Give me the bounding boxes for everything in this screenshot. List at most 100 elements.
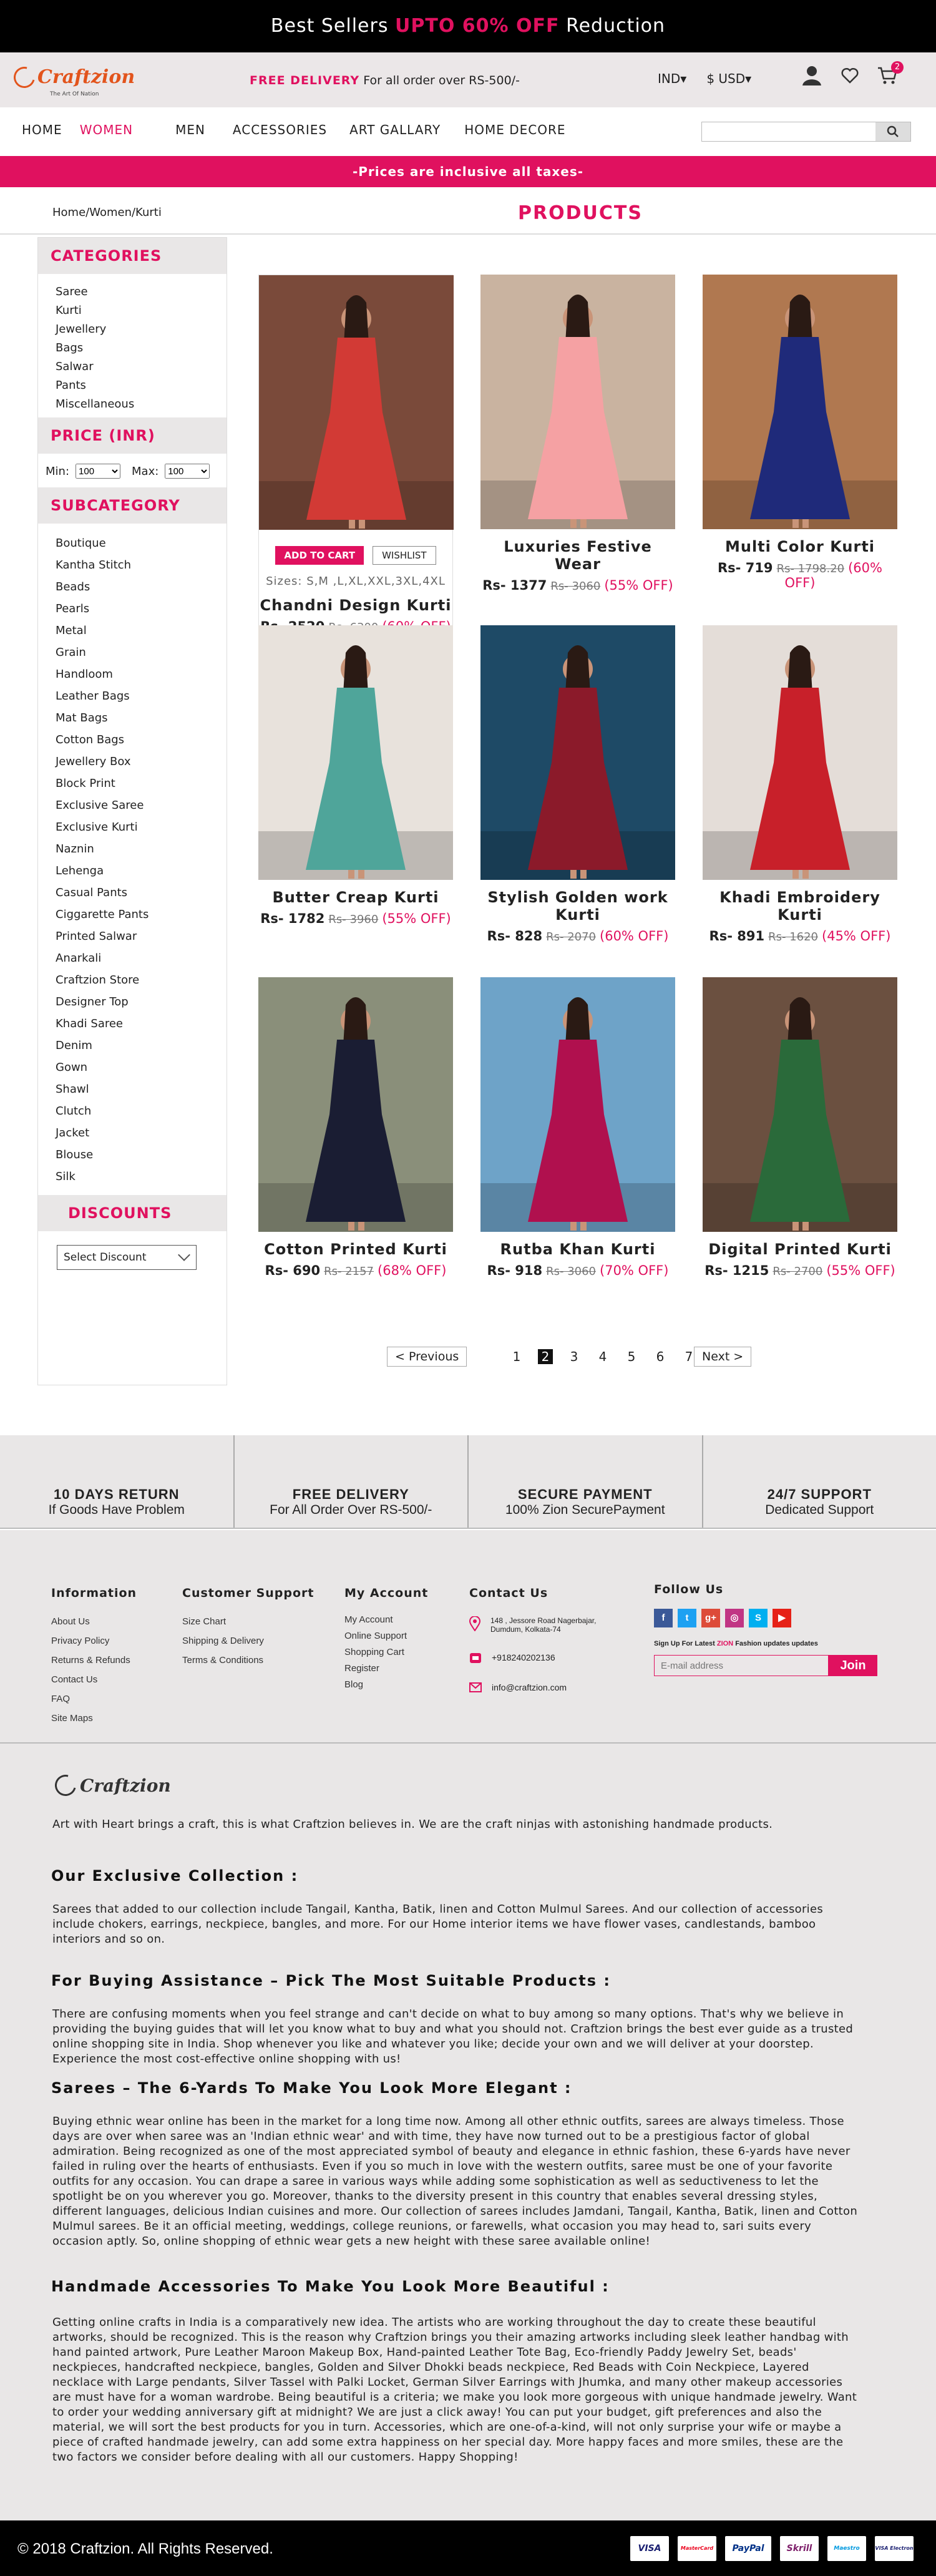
subcategory-item[interactable]: Handloom (56, 663, 227, 685)
subcategory-item[interactable]: Clutch (56, 1100, 227, 1122)
product-card[interactable]: Rutba Khan Kurti Rs- 918 Rs- 3060 (70% OFF) (480, 977, 675, 1278)
wishlist-button[interactable]: WISHLIST (373, 546, 436, 565)
min-price-select[interactable]: 100 (76, 464, 121, 479)
account-link[interactable]: Blog (344, 1680, 428, 1689)
product-image[interactable] (703, 275, 897, 529)
support-link[interactable]: Terms & Conditions (182, 1655, 314, 1666)
page-number[interactable]: 1 (509, 1349, 524, 1364)
product-name[interactable]: Luxuries Festive Wear (480, 538, 675, 573)
subcategory-item[interactable]: Khadi Saree (56, 1013, 227, 1035)
category-item[interactable]: Salwar (56, 358, 227, 376)
product-image[interactable] (480, 625, 675, 880)
product-image[interactable] (480, 977, 675, 1232)
subcategory-item[interactable]: Mat Bags (56, 707, 227, 729)
nav-women[interactable]: WOMEN (80, 122, 133, 137)
search-button[interactable] (875, 122, 910, 141)
support-link[interactable]: Shipping & Delivery (182, 1636, 314, 1646)
max-price-select[interactable]: 100 (165, 464, 210, 479)
instagram-icon[interactable]: ◎ (725, 1609, 744, 1627)
nav-accessories[interactable]: ACCESSORIES (233, 122, 327, 137)
product-image[interactable] (258, 977, 453, 1232)
product-image[interactable] (258, 625, 453, 880)
product-card[interactable]: ADD TO CART WISHLIST Sizes: S,M ,L,XL,XXL,… (258, 275, 454, 645)
user-icon[interactable] (801, 65, 822, 86)
product-card[interactable]: Khadi Embroidery Kurti Rs- 891 Rs- 1620 (45… (703, 625, 897, 944)
heart-icon[interactable] (841, 67, 859, 84)
info-link[interactable]: FAQ (51, 1694, 137, 1704)
subcategory-item[interactable]: Designer Top (56, 991, 227, 1013)
subcategory-item[interactable]: Blouse (56, 1144, 227, 1166)
product-card[interactable]: Stylish Golden work Kurti Rs- 828 Rs- 2070… (480, 625, 675, 944)
category-item[interactable]: Kurti (56, 301, 227, 320)
account-link[interactable]: Online Support (344, 1631, 428, 1641)
info-link[interactable]: Returns & Refunds (51, 1655, 137, 1666)
phone-text[interactable]: +918240202136 (492, 1652, 555, 1662)
subcategory-item[interactable]: Cotton Bags (56, 729, 227, 751)
category-item[interactable]: Miscellaneous (56, 395, 227, 414)
twitter-icon[interactable]: t (678, 1609, 696, 1627)
product-image[interactable] (480, 275, 675, 529)
product-name[interactable]: Chandni Design Kurti (259, 597, 452, 614)
skype-icon[interactable]: S (749, 1609, 768, 1627)
product-card[interactable]: Cotton Printed Kurti Rs- 690 Rs- 2157 (68% … (258, 977, 453, 1278)
subcategory-item[interactable]: Naznin (56, 838, 227, 860)
page-number[interactable]: 2 (538, 1349, 553, 1364)
product-name[interactable]: Khadi Embroidery Kurti (703, 889, 897, 924)
subcategory-item[interactable]: Silk (56, 1166, 227, 1188)
info-link[interactable]: Privacy Policy (51, 1636, 137, 1646)
category-item[interactable]: Jewellery (56, 320, 227, 339)
product-name[interactable]: Stylish Golden work Kurti (480, 889, 675, 924)
subcategory-item[interactable]: Metal (56, 620, 227, 642)
currency-select[interactable]: $ USD▾ (706, 71, 751, 86)
account-link[interactable]: Shopping Cart (344, 1647, 428, 1657)
previous-button[interactable]: < Previous (387, 1347, 467, 1367)
newsletter-email-input[interactable] (654, 1655, 829, 1676)
subcategory-item[interactable]: Beads (56, 576, 227, 598)
account-link[interactable]: My Account (344, 1615, 428, 1624)
product-image[interactable] (259, 275, 454, 530)
product-card[interactable]: Butter Creap Kurti Rs- 1782 Rs- 3960 (55% O… (258, 625, 453, 926)
subcategory-item[interactable]: Jacket (56, 1122, 227, 1144)
country-select[interactable]: IND▾ (658, 71, 686, 86)
product-image[interactable] (703, 977, 897, 1232)
subcategory-item[interactable]: Craftzion Store (56, 969, 227, 991)
info-link[interactable]: About Us (51, 1616, 137, 1627)
page-number[interactable]: 5 (624, 1349, 639, 1364)
cart-icon[interactable]: 2 (877, 61, 904, 85)
subcategory-item[interactable]: Exclusive Saree (56, 794, 227, 816)
subcategory-item[interactable]: Block Print (56, 773, 227, 794)
product-card[interactable]: Digital Printed Kurti Rs- 1215 Rs- 2700 (55… (703, 977, 897, 1278)
category-item[interactable]: Pants (56, 376, 227, 395)
subcategory-item[interactable]: Denim (56, 1035, 227, 1056)
subcategory-item[interactable]: Exclusive Kurti (56, 816, 227, 838)
subcategory-item[interactable]: Boutique (56, 532, 227, 554)
subcategory-item[interactable]: Casual Pants (56, 882, 227, 904)
nav-home[interactable]: HOME (22, 122, 62, 137)
product-card[interactable]: Multi Color Kurti Rs- 719 Rs- 1798.20 (60% … (703, 275, 897, 590)
nav-men[interactable]: MEN (175, 122, 205, 137)
product-image[interactable] (703, 625, 897, 880)
info-link[interactable]: Contact Us (51, 1674, 137, 1685)
page-number[interactable]: 3 (567, 1349, 582, 1364)
subcategory-item[interactable]: Shawl (56, 1078, 227, 1100)
subcategory-item[interactable]: Pearls (56, 598, 227, 620)
info-link[interactable]: Site Maps (51, 1713, 137, 1724)
support-link[interactable]: Size Chart (182, 1616, 314, 1627)
nav-art-gallary[interactable]: ART GALLARY (349, 122, 441, 137)
logo[interactable]: Craftzion The Art Of Nation (9, 62, 135, 97)
subcategory-item[interactable]: Gown (56, 1056, 227, 1078)
google-plus-icon[interactable]: g+ (701, 1609, 720, 1627)
add-to-cart-button[interactable]: ADD TO CART (275, 546, 364, 565)
product-name[interactable]: Rutba Khan Kurti (480, 1241, 675, 1258)
product-name[interactable]: Digital Printed Kurti (703, 1241, 897, 1258)
facebook-icon[interactable]: f (654, 1609, 673, 1627)
subcategory-item[interactable]: Anarkali (56, 947, 227, 969)
footer-logo[interactable]: Craftzion (51, 1770, 171, 1800)
subcategory-item[interactable]: Ciggarette Pants (56, 904, 227, 925)
youtube-icon[interactable]: ▶ (773, 1609, 791, 1627)
next-button[interactable]: Next > (694, 1347, 752, 1367)
subcategory-item[interactable]: Grain (56, 642, 227, 663)
category-item[interactable]: Bags (56, 339, 227, 358)
subcategory-item[interactable]: Kantha Stitch (56, 554, 227, 576)
join-button[interactable]: Join (829, 1655, 877, 1676)
